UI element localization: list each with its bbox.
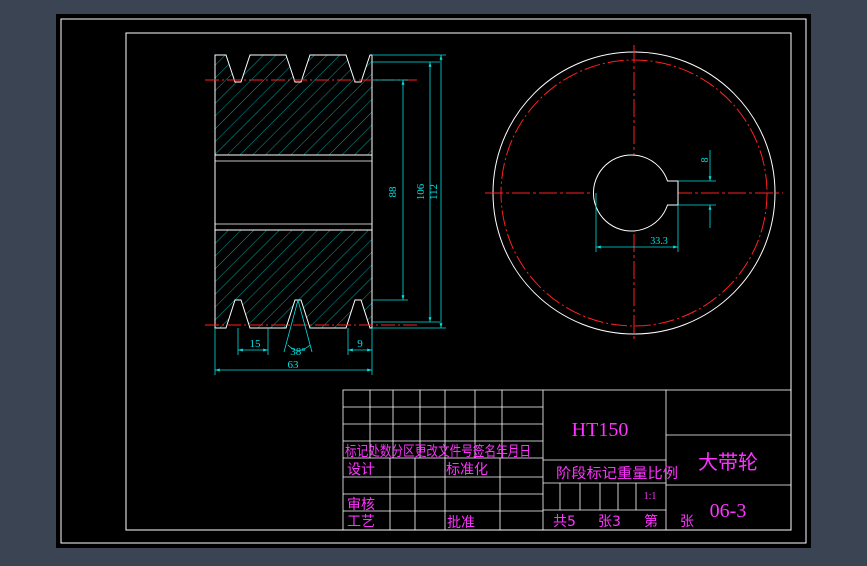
- dim-groove-angle: 38°: [290, 346, 305, 358]
- material: HT150: [572, 419, 629, 441]
- part-name: 大带轮: [698, 450, 758, 474]
- cad-viewport[interactable]: 88 106 112 15 38° 9 63 8 33.3 HT150 大带轮 …: [0, 0, 867, 562]
- dim-bore-length: 88: [387, 186, 399, 198]
- label-total: 共5: [553, 514, 576, 530]
- label-review: 审核: [347, 497, 375, 513]
- scale: 1:1: [644, 491, 657, 502]
- dim-key-width: 8: [700, 158, 711, 163]
- dim-width: 63: [288, 359, 300, 371]
- label-stage-weight-scale: 阶段标记重量比例: [556, 466, 678, 482]
- dim-diameter-106: 106: [415, 183, 427, 200]
- drawing-number: 06-3: [710, 500, 747, 522]
- dim-key-depth: 33.3: [650, 236, 668, 247]
- bore: [214, 154, 373, 231]
- label-sheets-a: 张3: [598, 514, 621, 530]
- label-design: 设计: [347, 462, 375, 478]
- label-number: 第: [644, 513, 658, 530]
- revision-header: 标记处数分区更改文件号签名年月日: [345, 443, 531, 460]
- label-approve: 批准: [447, 515, 475, 531]
- dim-diameter-112: 112: [428, 184, 440, 200]
- label-process: 工艺: [347, 514, 375, 530]
- label-standardization: 标准化: [446, 462, 488, 478]
- dim-edge: 9: [357, 338, 363, 350]
- drawing-canvas: 88 106 112 15 38° 9 63 8 33.3 HT150 大带轮 …: [56, 14, 811, 548]
- label-sheets-b: 张: [680, 514, 694, 530]
- dim-groove-pitch: 15: [250, 338, 262, 350]
